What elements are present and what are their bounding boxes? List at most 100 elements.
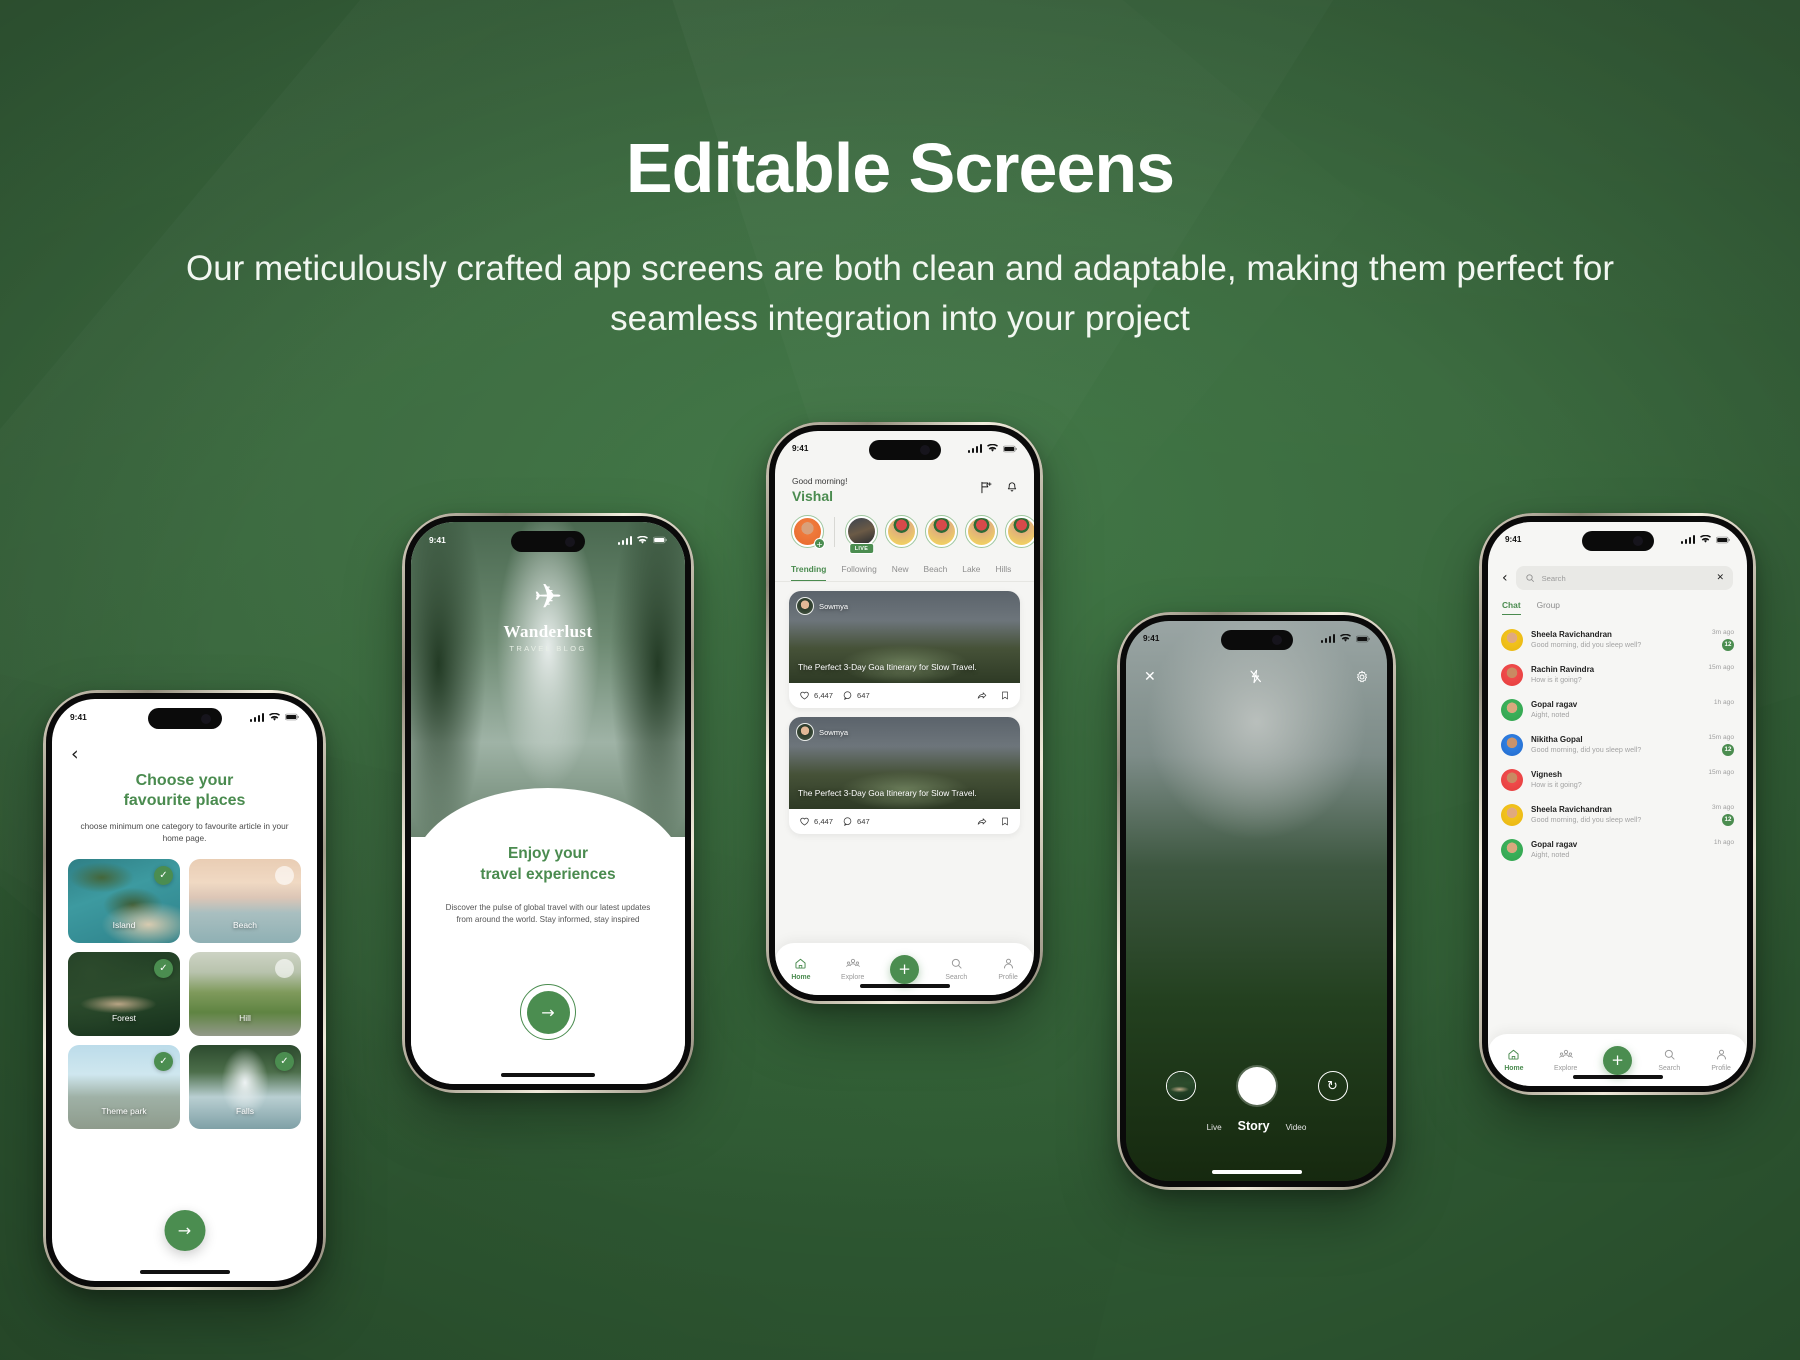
feed-post-card[interactable]: Sowmya The Perfect 3-Day Goa Itinerary f… xyxy=(789,591,1020,708)
chat-list-item[interactable]: Nikitha Gopal Good morning, did you slee… xyxy=(1501,727,1734,762)
get-started-button[interactable]: → xyxy=(520,984,576,1040)
feed-tabs[interactable]: Trending Following New Beach Lake Hills xyxy=(775,564,1034,582)
mode-story[interactable]: Story xyxy=(1238,1119,1270,1133)
nav-item-search[interactable]: Search xyxy=(1643,1048,1695,1072)
bookmark-icon[interactable] xyxy=(1000,816,1010,827)
tab-hills[interactable]: Hills xyxy=(995,564,1011,581)
tab-new[interactable]: New xyxy=(892,564,909,581)
nav-item-explore[interactable]: Explore xyxy=(827,957,879,981)
clear-search-icon[interactable]: ✕ xyxy=(1716,573,1724,583)
flip-camera-icon[interactable]: ↻ xyxy=(1317,1071,1348,1101)
mode-video[interactable]: Video xyxy=(1286,1123,1307,1132)
add-story-icon[interactable]: + xyxy=(814,538,825,549)
nav-label: Home xyxy=(791,974,811,981)
chat-list-item[interactable]: Gopal ragav Aight, noted 1h ago xyxy=(1501,692,1734,727)
share-icon[interactable] xyxy=(976,816,988,827)
nav-item-explore[interactable]: Explore xyxy=(1540,1048,1592,1072)
story-item[interactable] xyxy=(925,515,958,548)
chat-list-item[interactable]: Sheela Ravichandran Good morning, did yo… xyxy=(1501,797,1734,832)
nav-item-search[interactable]: Search xyxy=(930,957,982,981)
back-button[interactable]: ‹ xyxy=(71,745,79,764)
avatar xyxy=(1501,803,1523,826)
intro-description: Discover the pulse of global travel with… xyxy=(445,902,651,925)
continue-button[interactable]: → xyxy=(164,1210,205,1251)
nav-label: Search xyxy=(945,974,968,981)
category-check-icon[interactable]: ✓ xyxy=(154,865,173,885)
live-badge: LIVE xyxy=(848,543,875,554)
cellular-signal-icon xyxy=(1320,634,1335,643)
shutter-button[interactable] xyxy=(1237,1067,1276,1105)
chat-list-item[interactable]: Gopal ragav Aight, noted 1h ago xyxy=(1501,832,1734,867)
like-action[interactable]: 6,447 xyxy=(799,690,833,701)
like-action[interactable]: 6,447 xyxy=(799,816,833,827)
create-post-button[interactable]: + xyxy=(889,954,919,984)
tab-chat[interactable]: Chat xyxy=(1502,600,1521,615)
category-card-forest[interactable]: ✓ Forest xyxy=(68,951,180,1036)
comment-icon xyxy=(843,691,852,700)
nav-item-home[interactable]: Home xyxy=(775,957,827,981)
dynamic-island xyxy=(1220,630,1293,650)
tab-trending[interactable]: Trending xyxy=(791,564,827,581)
category-card-falls[interactable]: ✓ Falls xyxy=(189,1044,301,1129)
camera-mode-switch[interactable]: Live Story Video xyxy=(1126,1119,1387,1133)
story-item[interactable] xyxy=(885,515,918,548)
comment-action[interactable]: 647 xyxy=(842,816,870,827)
story-live[interactable]: LIVE xyxy=(845,515,878,554)
avatar xyxy=(1501,663,1523,686)
category-check-icon[interactable]: ✓ xyxy=(275,1051,294,1071)
user-name: Vishal xyxy=(792,488,833,504)
category-check-icon[interactable] xyxy=(275,958,294,978)
stories-row[interactable]: + LIVE xyxy=(775,515,1034,554)
chat-list[interactable]: Sheela Ravichandran Good morning, did yo… xyxy=(1488,622,1747,1032)
screen-wanderlust-intro: ✈ Wanderlust TRAVEL BLOG 9:41 Enjoy your… xyxy=(411,522,685,1084)
category-card-island[interactable]: ✓ Island xyxy=(68,858,180,943)
story-item[interactable] xyxy=(1005,515,1034,548)
chat-preview: How is it going? xyxy=(1531,780,1582,790)
gear-icon[interactable] xyxy=(1355,670,1369,684)
nav-item-profile[interactable]: Profile xyxy=(982,957,1034,981)
heart-icon xyxy=(800,817,809,826)
tab-lake[interactable]: Lake xyxy=(962,564,980,581)
share-icon[interactable] xyxy=(976,690,988,701)
nav-label: Search xyxy=(1658,1065,1681,1072)
story-self[interactable]: + xyxy=(791,515,825,549)
avatar xyxy=(967,517,996,546)
mode-live[interactable]: Live xyxy=(1207,1123,1222,1132)
search-input[interactable]: Search ✕ xyxy=(1515,566,1733,590)
category-check-icon[interactable] xyxy=(275,865,294,885)
bell-icon[interactable] xyxy=(1006,481,1018,494)
like-count: 6,447 xyxy=(814,691,834,700)
create-post-button[interactable]: + xyxy=(1602,1045,1632,1075)
tab-group[interactable]: Group xyxy=(1537,600,1560,615)
category-check-icon[interactable]: ✓ xyxy=(154,958,173,978)
flash-off-icon[interactable] xyxy=(1249,669,1262,684)
flag-plus-icon[interactable] xyxy=(980,481,993,494)
chat-list-item[interactable]: Sheela Ravichandran Good morning, did yo… xyxy=(1501,622,1734,657)
feed-post-card[interactable]: Sowmya The Perfect 3-Day Goa Itinerary f… xyxy=(789,717,1020,834)
wifi-icon xyxy=(1340,634,1351,642)
category-card-hill[interactable]: Hill xyxy=(189,951,301,1036)
tab-beach[interactable]: Beach xyxy=(924,564,948,581)
tab-following[interactable]: Following xyxy=(841,564,876,581)
search-icon xyxy=(930,957,982,971)
story-item[interactable] xyxy=(965,515,998,548)
search-icon xyxy=(1643,1048,1695,1062)
gallery-thumbnail-button[interactable] xyxy=(1165,1071,1196,1101)
bookmark-icon[interactable] xyxy=(1000,690,1010,701)
category-card-theme-park[interactable]: ✓ Theme park xyxy=(68,1044,180,1129)
category-label: Falls xyxy=(236,1105,254,1116)
battery-icon xyxy=(1003,445,1017,452)
close-icon[interactable]: ✕ xyxy=(1144,670,1156,684)
page-header: Editable Screens Our meticulously crafte… xyxy=(0,0,1800,343)
avatar xyxy=(796,597,814,615)
chat-list-item[interactable]: Vignesh How is it going? 15m ago xyxy=(1501,762,1734,797)
chat-list-item[interactable]: Rachin Ravindra How is it going? 15m ago xyxy=(1501,657,1734,692)
back-button[interactable]: ‹ xyxy=(1502,571,1508,585)
category-check-icon[interactable]: ✓ xyxy=(154,1051,173,1071)
category-card-beach[interactable]: Beach xyxy=(189,858,301,943)
comment-count: 647 xyxy=(857,817,870,826)
nav-item-home[interactable]: Home xyxy=(1488,1048,1540,1072)
chat-tabs[interactable]: Chat Group xyxy=(1488,600,1747,615)
nav-item-profile[interactable]: Profile xyxy=(1695,1048,1747,1072)
comment-action[interactable]: 647 xyxy=(842,690,870,701)
